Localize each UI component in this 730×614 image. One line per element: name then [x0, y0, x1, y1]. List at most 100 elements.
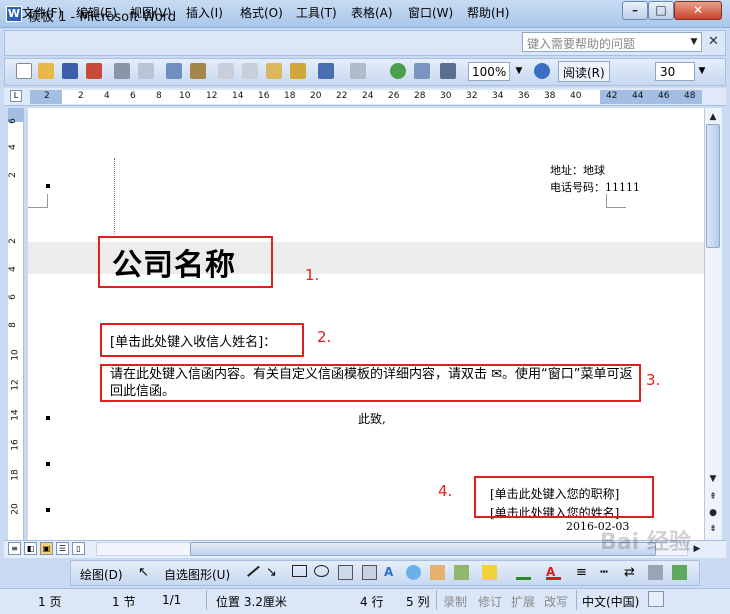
- fill-color-icon[interactable]: [482, 565, 497, 580]
- ruler-number: 14: [232, 91, 244, 101]
- status-rec[interactable]: 录制: [443, 593, 467, 610]
- help-icon[interactable]: [534, 63, 550, 79]
- read-mode-button[interactable]: 阅读(R): [558, 61, 610, 82]
- chevron-down-icon[interactable]: ▼: [686, 32, 702, 52]
- chevron-down-icon[interactable]: ▼: [512, 62, 526, 81]
- ruler-number: 8: [156, 91, 162, 101]
- reading-view-icon[interactable]: ▯: [72, 542, 85, 555]
- phone-text[interactable]: 电话号码：11111: [550, 179, 640, 195]
- research-icon[interactable]: [190, 63, 206, 79]
- ruler-number: 16: [10, 439, 21, 451]
- status-ovr[interactable]: 改写: [544, 593, 568, 610]
- undo-icon[interactable]: [318, 63, 334, 79]
- vertical-text-box-icon[interactable]: [362, 565, 377, 580]
- menu-insert[interactable]: 插入(I): [186, 4, 223, 21]
- scroll-up-icon[interactable]: ▲: [706, 110, 720, 124]
- ruler-number: 34: [492, 91, 504, 101]
- spelling-icon[interactable]: [166, 63, 182, 79]
- web-view-icon[interactable]: ◧: [24, 542, 37, 555]
- font-size-select[interactable]: 30: [655, 62, 695, 81]
- close-button[interactable]: ✕: [674, 1, 722, 20]
- print-preview-icon[interactable]: [138, 63, 154, 79]
- save-icon[interactable]: [62, 63, 78, 79]
- ruler-number: 46: [658, 91, 670, 101]
- menu-help[interactable]: 帮助(H): [467, 4, 509, 21]
- minimize-button[interactable]: –: [622, 1, 648, 20]
- diagram-icon[interactable]: [406, 565, 421, 580]
- normal-view-icon[interactable]: ≡: [8, 542, 21, 555]
- status-trk[interactable]: 修订: [478, 593, 502, 610]
- ruler-number: 2: [44, 91, 50, 101]
- new-document-icon[interactable]: [16, 63, 32, 79]
- tables-icon[interactable]: [414, 63, 430, 79]
- ruler-number: 6: [7, 294, 18, 300]
- browse-object-icon[interactable]: ●: [706, 506, 720, 520]
- dash-style-icon[interactable]: ┅: [600, 565, 615, 580]
- close-document-icon[interactable]: ✕: [708, 34, 719, 49]
- menu-file[interactable]: 文件(F): [22, 4, 62, 21]
- horizontal-scroll-thumb[interactable]: [190, 542, 656, 556]
- scroll-down-icon[interactable]: ▼: [706, 472, 720, 486]
- scroll-right-icon[interactable]: ▶: [690, 542, 704, 556]
- print-icon[interactable]: [114, 63, 130, 79]
- annotation-box-2: [100, 323, 304, 357]
- font-color-icon[interactable]: A: [546, 565, 561, 580]
- menu-window[interactable]: 窗口(W): [408, 4, 453, 21]
- ruler-number: 4: [7, 266, 18, 272]
- next-page-icon[interactable]: ⇟: [706, 522, 720, 536]
- previous-page-icon[interactable]: ⇞: [706, 490, 720, 504]
- menu-table[interactable]: 表格(A): [351, 4, 393, 21]
- 3d-style-icon[interactable]: [672, 565, 687, 580]
- clip-art-icon[interactable]: [430, 565, 445, 580]
- help-search-input[interactable]: 键入需要帮助的问题: [522, 32, 702, 52]
- tab-selector[interactable]: L: [10, 90, 22, 102]
- menu-edit[interactable]: 编辑(E): [76, 4, 117, 21]
- columns-icon[interactable]: [440, 63, 456, 79]
- format-painter-icon[interactable]: [290, 63, 306, 79]
- zoom-select[interactable]: 100%: [468, 62, 510, 81]
- chevron-down-icon[interactable]: ▼: [695, 62, 709, 81]
- open-folder-icon[interactable]: [38, 63, 54, 79]
- ruler-number: 22: [336, 91, 348, 101]
- paste-icon[interactable]: [266, 63, 282, 79]
- line-style-icon[interactable]: ≡: [576, 565, 591, 580]
- rectangle-icon[interactable]: [292, 565, 307, 577]
- arrow-icon[interactable]: ↘: [266, 565, 281, 580]
- select-objects-icon[interactable]: ↖: [138, 565, 153, 580]
- ruler-number: 10: [10, 349, 21, 361]
- ruler-number: 10: [179, 91, 191, 101]
- margin-corner-mark: [606, 194, 626, 208]
- status-separator: [576, 590, 577, 610]
- permission-icon[interactable]: [86, 63, 102, 79]
- menu-format[interactable]: 格式(O): [240, 4, 283, 21]
- arrow-style-icon[interactable]: ⇄: [624, 565, 639, 580]
- menu-view[interactable]: 视图(V): [130, 4, 172, 21]
- print-layout-view-icon[interactable]: ▣: [40, 542, 53, 555]
- redo-icon[interactable]: [350, 63, 366, 79]
- shadow-style-icon[interactable]: [648, 565, 663, 580]
- outline-view-icon[interactable]: ☰: [56, 542, 69, 555]
- line-color-icon[interactable]: [516, 565, 531, 580]
- autoshapes-button[interactable]: 自选图形(U): [164, 566, 230, 583]
- wordart-icon[interactable]: A: [384, 565, 399, 580]
- oval-icon[interactable]: [314, 565, 329, 577]
- text-box-icon[interactable]: [338, 565, 353, 580]
- ruler-number: 36: [518, 91, 530, 101]
- vertical-scroll-thumb[interactable]: [706, 124, 720, 248]
- copy-icon[interactable]: [242, 63, 258, 79]
- menu-tools[interactable]: 工具(T): [296, 4, 337, 21]
- annotation-number: 2.: [317, 328, 332, 346]
- maximize-button[interactable]: □: [648, 1, 674, 20]
- closing-text[interactable]: 此致,: [358, 410, 386, 427]
- spelling-status-icon[interactable]: [648, 591, 664, 607]
- cut-icon[interactable]: [218, 63, 234, 79]
- address-text[interactable]: 地址：地球: [550, 162, 605, 178]
- status-section: 1 节: [112, 595, 136, 609]
- status-ext[interactable]: 扩展: [511, 593, 535, 610]
- hyperlink-icon[interactable]: [390, 63, 406, 79]
- annotation-number: 4.: [438, 482, 453, 500]
- draw-menu-button[interactable]: 绘图(D): [80, 566, 123, 583]
- picture-icon[interactable]: [454, 565, 469, 580]
- word-app-icon[interactable]: W: [6, 6, 22, 22]
- ruler-number: 6: [7, 118, 18, 124]
